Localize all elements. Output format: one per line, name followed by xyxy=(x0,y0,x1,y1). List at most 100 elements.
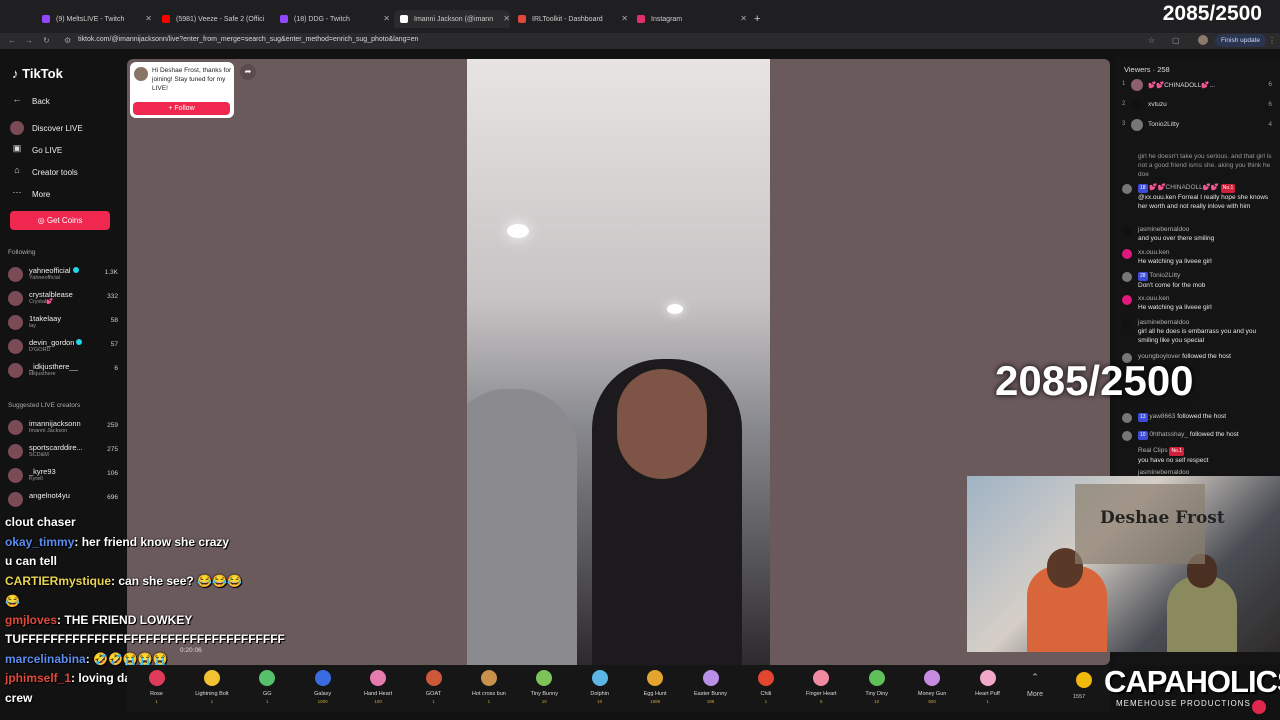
coin-icon[interactable] xyxy=(1076,672,1092,688)
gift-name: GG xyxy=(263,691,272,697)
gift-item[interactable]: Dolphin 10 xyxy=(572,670,627,704)
close-tab-icon[interactable]: ✕ xyxy=(740,14,747,23)
suggested-item[interactable]: sportscarddire... SCD&M 275 xyxy=(8,441,120,463)
brand-logo: CAPAHOLICS xyxy=(1104,664,1280,699)
chat-message: 18 💕💕CHINADOLL💕💕 No.1 @xx.ouu.ken Forreal… xyxy=(1122,183,1274,211)
site-settings-icon[interactable]: ⚙ xyxy=(64,36,71,45)
gift-item[interactable]: Tiny Diny 10 xyxy=(849,670,904,704)
close-tab-icon[interactable]: ✕ xyxy=(621,14,628,23)
gift-item[interactable]: Easter Bunny 199 xyxy=(683,670,738,704)
gift-item[interactable]: Tiny Bunny 10 xyxy=(517,670,572,704)
gift-item[interactable]: Egg Hunt 1999 xyxy=(628,670,683,704)
coin-icon: ◎ xyxy=(37,216,45,225)
nav-discover-live[interactable]: Discover LIVE xyxy=(10,121,83,135)
gift-name: Rose xyxy=(150,691,163,697)
back-link[interactable]: ← Back xyxy=(10,94,50,108)
nav-creator-tools[interactable]: ⌂ Creator tools xyxy=(10,165,78,179)
gift-item[interactable]: Chili 1 xyxy=(738,670,793,704)
following-item[interactable]: _idkjusthere__ idkjusthere 6 xyxy=(8,360,120,382)
gift-icon xyxy=(148,670,165,686)
gift-price: 500 xyxy=(928,699,936,704)
close-tab-icon[interactable]: ✕ xyxy=(145,14,152,23)
suggested-item[interactable]: imannijacksonn Imanni Jackson 259 xyxy=(8,417,120,439)
following-item[interactable]: devin_gordon D'GORD 57 xyxy=(8,336,120,358)
gift-price: 1 xyxy=(432,699,435,704)
close-tab-icon[interactable]: ✕ xyxy=(503,14,510,23)
chat-message: xx.ouu.ken He watching ya liveee girl xyxy=(1122,294,1274,312)
gift-item[interactable]: Hand Heart 100 xyxy=(351,670,406,704)
bookmark-star-icon[interactable]: ☆ xyxy=(1148,36,1155,45)
viewers-count: 258 xyxy=(1157,65,1170,74)
url-field[interactable]: tiktok.com/@imannijacksonn/live?enter_fr… xyxy=(78,36,418,43)
gift-item[interactable]: GG 1 xyxy=(240,670,295,704)
viewer-row[interactable]: 2 xvtuzu 6 xyxy=(1122,97,1272,115)
gift-icon xyxy=(314,670,331,686)
gift-item[interactable]: Galaxy 1000 xyxy=(295,670,350,704)
follow-button[interactable]: + Follow xyxy=(133,102,230,115)
ceiling-light xyxy=(667,304,683,314)
gift-item[interactable]: Rose 1 xyxy=(129,670,184,704)
reload-icon[interactable]: ↻ xyxy=(43,36,50,45)
avatar-icon xyxy=(10,121,24,135)
gift-item[interactable]: Finger Heart 5 xyxy=(794,670,849,704)
gift-price: 100 xyxy=(374,699,382,704)
viewer-row[interactable]: 3 Tonio2Litty 4 xyxy=(1122,117,1272,135)
gift-icon xyxy=(536,670,553,686)
avatar xyxy=(8,315,23,330)
avatar xyxy=(8,339,23,354)
gift-name: Finger Heart xyxy=(806,691,837,697)
following-item[interactable]: 1takelaay lay 58 xyxy=(8,312,120,334)
gift-item[interactable]: GOAT 1 xyxy=(406,670,461,704)
nav-go-live[interactable]: ▣ Go LIVE xyxy=(10,143,63,157)
gift-icon xyxy=(702,670,719,686)
viewer-row[interactable]: 1 💕💕CHINADOLL💕... 6 xyxy=(1122,77,1272,95)
avatar xyxy=(8,363,23,378)
forward-arrow-icon[interactable]: → xyxy=(25,36,33,45)
like-heart-icon[interactable] xyxy=(1252,700,1266,714)
browser-menu-icon[interactable]: ⋮ xyxy=(1268,36,1276,45)
new-tab-button[interactable]: + xyxy=(754,10,766,28)
tiktok-icon xyxy=(400,15,408,23)
suggested-item[interactable]: angelnot4yu 696 xyxy=(8,489,120,511)
browser-tab-active[interactable]: Imanni Jackson (@imann ✕ xyxy=(394,10,510,28)
wall-banner-text: Deshae Frost xyxy=(1100,508,1225,528)
chat-message: xx.ouu.ken He watching ya liveee girl xyxy=(1122,248,1274,266)
gift-price: 10 xyxy=(541,699,547,704)
creator-tools-icon: ⌂ xyxy=(14,165,20,175)
gift-price: 10 xyxy=(597,699,603,704)
browser-tab[interactable]: IRLToolkit - Dashboard ✕ xyxy=(518,10,628,28)
chat-message: 13 yaw8663 followed the host xyxy=(1122,412,1274,423)
extensions-icon[interactable]: ▢ xyxy=(1172,36,1180,45)
gift-name: Dolphin xyxy=(590,691,610,697)
gift-item[interactable]: Lightning Bolt 1 xyxy=(184,670,239,704)
avatar xyxy=(134,67,148,81)
profile-avatar[interactable] xyxy=(1198,35,1208,45)
gift-name: Hot cross bun xyxy=(471,691,506,697)
gift-item[interactable]: Heart Puff 1 xyxy=(960,670,1015,704)
stream-timer: 0:20:06 xyxy=(180,647,202,654)
chat-message: jasminebernaldoo girl all he does is emba… xyxy=(1122,318,1274,345)
suggested-item[interactable]: _kyre93 Kyrell 106 xyxy=(8,465,120,487)
gift-name: Tiny Diny xyxy=(865,691,889,697)
gift-item[interactable]: Hot cross bun 1 xyxy=(461,670,516,704)
follow-card-text: Hi Deshae Frost, thanks for joining! Sta… xyxy=(152,67,232,92)
more-gifts-button[interactable]: ⌃ More xyxy=(1023,672,1047,698)
avatar xyxy=(8,267,23,282)
browser-tab[interactable]: Instagram ✕ xyxy=(637,10,747,28)
chat-message: Real Clips No.1 you have no self respect xyxy=(1138,447,1209,464)
following-item[interactable]: yahneofficial Yahneofficial 1.3K xyxy=(8,264,120,286)
share-icon[interactable]: ➦ xyxy=(240,64,256,80)
gift-price: 1999 xyxy=(650,699,661,704)
finish-update-button[interactable]: Finish update xyxy=(1215,34,1267,47)
following-heading: Following xyxy=(8,249,36,256)
browser-tab[interactable]: (9) MeltsLIVE - Twitch ✕ xyxy=(42,10,152,28)
live-video[interactable] xyxy=(467,59,770,665)
get-coins-button[interactable]: ◎ Get Coins xyxy=(10,211,110,230)
nav-more[interactable]: ⋯ More xyxy=(10,187,51,201)
tiktok-logo[interactable]: ♪ TikTok xyxy=(12,66,63,81)
back-arrow-icon[interactable]: ← xyxy=(8,36,16,45)
gift-item[interactable]: Money Gun 500 xyxy=(905,670,960,704)
following-item[interactable]: crystalblease Crystal💕 332 xyxy=(8,288,120,310)
browser-tab[interactable]: (18) DDG - Twitch xyxy=(280,10,388,28)
gift-price: 1000 xyxy=(317,699,328,704)
